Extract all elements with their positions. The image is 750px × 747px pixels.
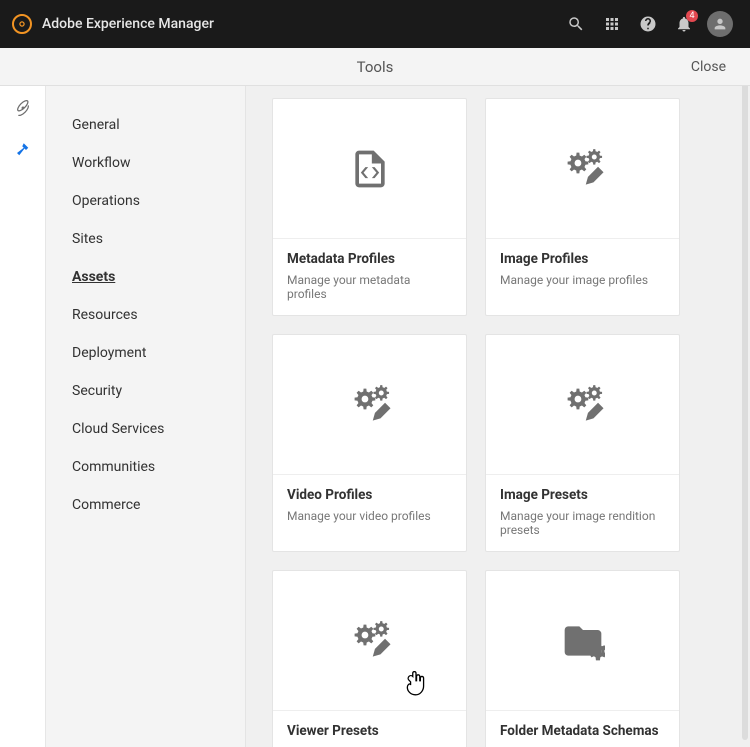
page-title: Tools [0,58,750,76]
folder-gear-icon [486,571,679,711]
card-title: Image Presets [500,487,665,503]
gears-edit-icon [273,335,466,475]
sidebar-item-communities[interactable]: Communities [46,448,245,486]
notification-badge: 4 [686,10,698,22]
gears-edit-icon [273,571,466,711]
close-button[interactable]: Close [691,59,726,75]
global-header: Adobe Experience Manager 4 [0,0,750,48]
user-avatar[interactable] [702,6,738,42]
card-description: Manage your metadata profiles [287,273,452,301]
left-rail [0,86,46,747]
card-image-profiles[interactable]: Image Profiles Manage your image profiles [485,98,680,316]
card-image-presets[interactable]: Image Presets Manage your image rendition… [485,334,680,552]
cursor-icon [403,671,429,701]
sidebar-item-commerce[interactable]: Commerce [46,486,245,524]
card-title: Metadata Profiles [287,251,452,267]
search-icon[interactable] [558,6,594,42]
window-scrollbar[interactable] [742,50,748,740]
tools-sidebar: General Workflow Operations Sites Assets… [46,86,246,747]
card-title: Video Profiles [287,487,452,503]
card-metadata-profiles[interactable]: Metadata Profiles Manage your metadata pr… [272,98,467,316]
sidebar-item-operations[interactable]: Operations [46,182,245,220]
sidebar-item-workflow[interactable]: Workflow [46,144,245,182]
sub-header: Tools Close [0,48,750,86]
notifications-icon[interactable]: 4 [666,6,702,42]
tools-icon[interactable] [11,138,35,162]
sidebar-item-deployment[interactable]: Deployment [46,334,245,372]
sidebar-item-general[interactable]: General [46,106,245,144]
card-title: Viewer Presets [287,723,452,739]
sidebar-item-resources[interactable]: Resources [46,296,245,334]
card-video-profiles[interactable]: Video Profiles Manage your video profiles [272,334,467,552]
sidebar-item-sites[interactable]: Sites [46,220,245,258]
card-description: Manage your image rendition presets [500,509,665,537]
navigation-icon[interactable] [11,96,35,120]
card-viewer-presets[interactable]: Viewer PresetsManage your viewer renditi… [272,570,467,747]
card-title: Folder Metadata Schemas [500,723,665,739]
help-icon[interactable] [630,6,666,42]
adobe-logo-icon[interactable] [12,14,32,34]
card-title: Image Profiles [500,251,665,267]
file-code-icon [273,99,466,239]
sidebar-item-assets[interactable]: Assets [46,258,245,296]
gears-edit-icon [486,99,679,239]
tools-content: Metadata Profiles Manage your metadata pr… [246,86,750,747]
sidebar-item-security[interactable]: Security [46,372,245,410]
card-description: Manage your image profiles [500,273,665,287]
solutions-grid-icon[interactable] [594,6,630,42]
sidebar-item-cloud-services[interactable]: Cloud Services [46,410,245,448]
gears-edit-icon [486,335,679,475]
app-title[interactable]: Adobe Experience Manager [42,16,214,32]
card-folder-metadata-schemas[interactable]: Folder Metadata SchemasManage your folde… [485,570,680,747]
card-description: Manage your video profiles [287,509,452,523]
